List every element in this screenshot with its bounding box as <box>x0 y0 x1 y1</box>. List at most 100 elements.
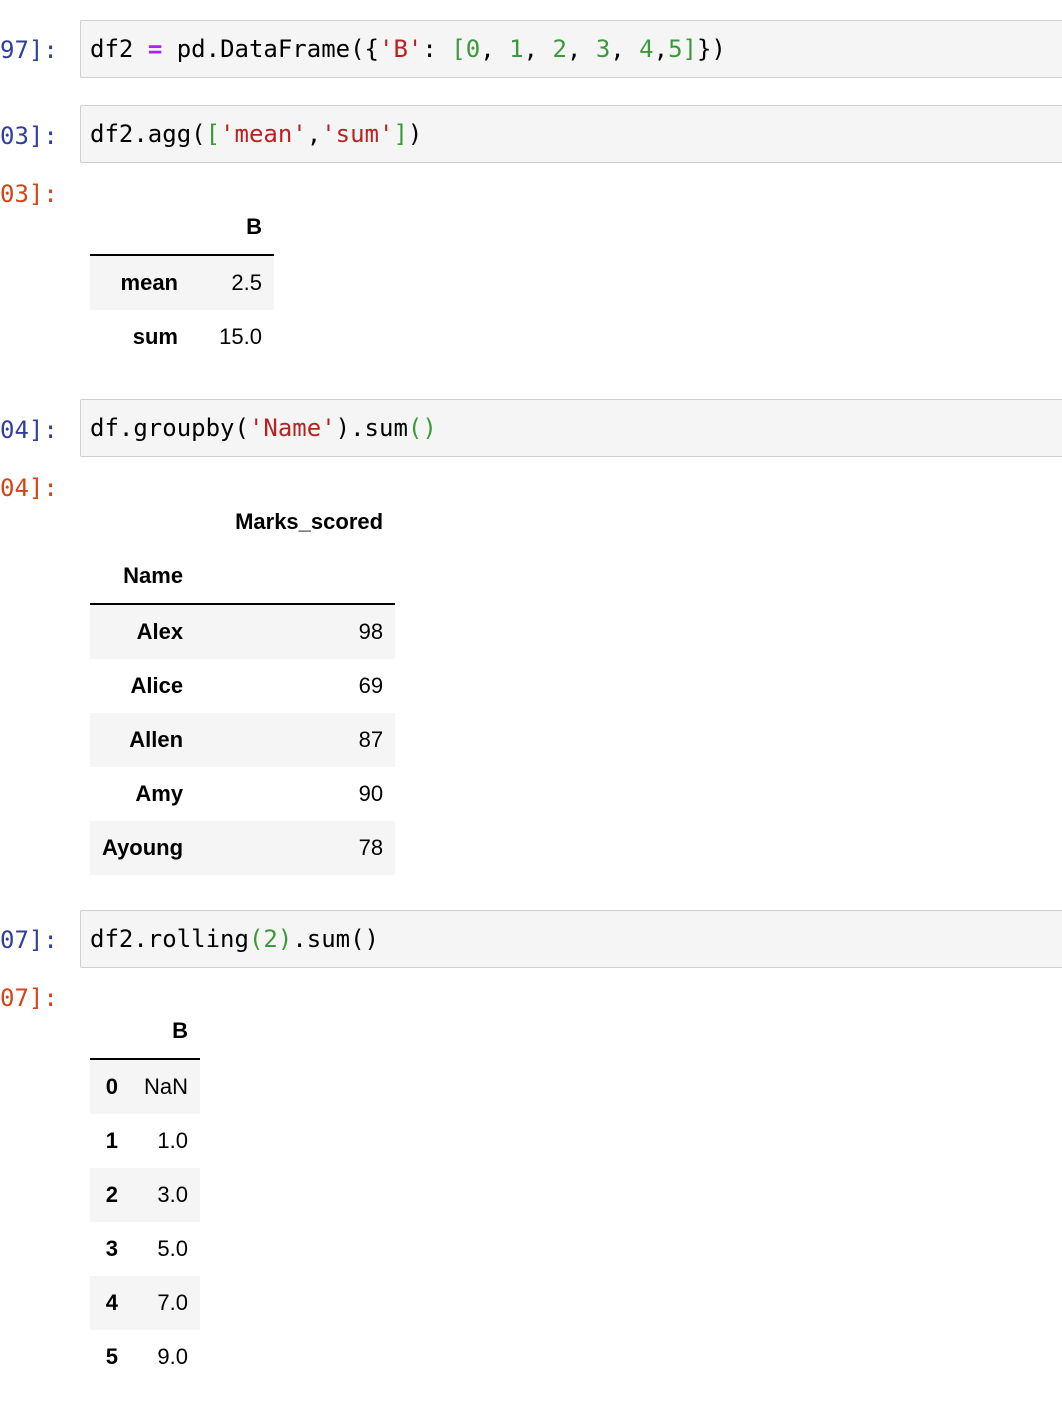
table-cell: 1.0 <box>157 1128 188 1153</box>
table-cell: 9.0 <box>157 1344 188 1369</box>
code-token: 'B' <box>379 35 423 63</box>
table-cell: 3.0 <box>157 1182 188 1207</box>
table-cell: 7.0 <box>157 1290 188 1315</box>
code-token: ( <box>248 925 264 953</box>
code-token: : <box>422 35 452 63</box>
code-token: df2.agg( <box>90 120 206 148</box>
code-line: df2.agg(['mean','sum']) <box>90 119 422 149</box>
row-index: Ayoung <box>102 835 184 860</box>
table-row: 0 NaN <box>90 1059 200 1114</box>
code-token: ).sum <box>335 414 408 442</box>
table-row: mean 2.5 <box>90 255 274 310</box>
row-index: Amy <box>135 781 184 806</box>
code-token: ] <box>393 120 408 148</box>
index-name: Name <box>123 563 184 588</box>
column-header: B <box>246 214 262 239</box>
table-cell: NaN <box>143 1074 188 1099</box>
code-token: [ <box>451 35 466 63</box>
code-token: .sum() <box>292 925 380 953</box>
code-input-cell[interactable]: df2 = pd.DataFrame({'B': [0, 1, 2, 3, 4,… <box>80 20 1062 78</box>
code-token: () <box>407 414 437 442</box>
table-cell: 5.0 <box>157 1236 188 1261</box>
row-index: mean <box>120 270 178 295</box>
table-cell: 98 <box>358 619 384 644</box>
in-prompt: 07]: <box>0 926 58 954</box>
row-index: 5 <box>105 1344 118 1369</box>
row-index: 3 <box>105 1236 118 1261</box>
row-index: 4 <box>105 1290 118 1315</box>
row-index: 0 <box>105 1074 118 1099</box>
code-token: df.groupby( <box>90 414 249 442</box>
table-header-row: B <box>90 200 274 255</box>
code-token: [ <box>205 120 221 148</box>
code-line: df.groupby('Name').sum() <box>90 413 437 443</box>
code-token: 'mean' <box>220 120 307 148</box>
code-token: ] <box>682 35 697 63</box>
code-token: 5 <box>668 35 683 63</box>
table-cell: 15.0 <box>219 324 262 349</box>
code-token: df2.rolling <box>90 925 249 953</box>
code-token: , <box>523 35 553 63</box>
code-input-cell[interactable]: df.groupby('Name').sum() <box>80 399 1062 457</box>
empty-header <box>195 549 395 604</box>
table-row: Allen 87 <box>90 713 396 767</box>
table-cell: 87 <box>358 727 384 752</box>
dataframe-output-table: B mean 2.5 sum 15.0 <box>90 200 274 364</box>
column-header: Marks_scored <box>235 509 384 534</box>
table-row: 2 3.0 <box>90 1168 200 1222</box>
code-token: 1 <box>509 35 524 63</box>
table-row: Ayoung 78 <box>90 821 396 875</box>
code-token: ) <box>277 925 293 953</box>
code-token: 0 <box>465 35 481 63</box>
column-header: B <box>172 1018 188 1043</box>
table-row: Amy 90 <box>90 767 396 821</box>
table-row: 3 5.0 <box>90 1222 200 1276</box>
code-token: 2 <box>263 925 278 953</box>
out-prompt: 04]: <box>0 474 58 502</box>
table-header-row: Marks_scored <box>90 495 395 549</box>
out-prompt: 07]: <box>0 984 58 1012</box>
in-prompt: 03]: <box>0 122 58 150</box>
code-token: 'sum' <box>321 120 394 148</box>
code-token: 'Name' <box>248 414 336 442</box>
table-row: sum 15.0 <box>90 310 274 364</box>
code-token: ) <box>407 120 423 148</box>
index-name-row: Name <box>90 549 395 604</box>
index-header <box>90 1004 130 1059</box>
table-cell: 90 <box>358 781 384 806</box>
row-index: sum <box>132 324 178 349</box>
dataframe-output-table: Marks_scored Name Alex 98 Alice 69 Allen… <box>90 495 396 875</box>
code-token: pd.DataFrame({ <box>162 35 380 63</box>
dataframe-output-table: B 0 NaN 1 1.0 2 3.0 3 5.0 4 7.0 5 9.0 <box>90 1004 200 1384</box>
row-index: Allen <box>129 727 184 752</box>
code-token: 3 <box>595 35 611 63</box>
row-index: Alice <box>130 673 184 698</box>
code-line: df2.rolling(2).sum() <box>90 924 379 954</box>
code-token: , <box>480 35 510 63</box>
table-cell: 78 <box>358 835 384 860</box>
table-row: 5 9.0 <box>90 1330 200 1384</box>
code-token: , <box>566 35 596 63</box>
code-token: }) <box>696 35 726 63</box>
index-header <box>90 495 195 549</box>
code-token: 2 <box>552 35 567 63</box>
code-input-cell[interactable]: df2.agg(['mean','sum']) <box>80 105 1062 163</box>
code-token: , <box>610 35 640 63</box>
code-token: , <box>653 35 669 63</box>
code-token: , <box>306 120 322 148</box>
row-index: Alex <box>136 619 184 644</box>
table-row: 1 1.0 <box>90 1114 200 1168</box>
code-input-cell[interactable]: df2.rolling(2).sum() <box>80 910 1062 968</box>
table-row: Alex 98 <box>90 604 396 659</box>
code-line: df2 = pd.DataFrame({'B': [0, 1, 2, 3, 4,… <box>90 34 726 64</box>
code-token: 4 <box>639 35 654 63</box>
table-cell: 69 <box>358 673 384 698</box>
code-token: = <box>147 35 163 63</box>
code-token: df2 <box>90 35 134 63</box>
table-header-row: B <box>90 1004 200 1059</box>
out-prompt: 03]: <box>0 180 58 208</box>
index-header <box>90 200 190 255</box>
in-prompt: 04]: <box>0 416 58 444</box>
in-prompt: 97]: <box>0 36 58 64</box>
